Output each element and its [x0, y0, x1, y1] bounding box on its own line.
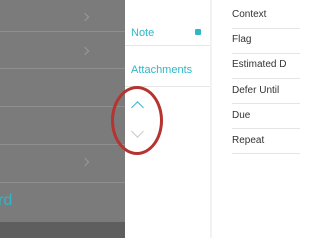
field-divider [232, 28, 300, 29]
field-divider [232, 53, 300, 54]
field-list-pane: Context Flag Estimated D Defer Until Due… [212, 0, 300, 238]
field-context[interactable]: Context [232, 9, 266, 21]
field-repeat[interactable]: Repeat [232, 135, 264, 147]
field-defer-until[interactable]: Defer Until [232, 85, 279, 97]
app-window: rd Note Attachments Context Flag Estimat… [0, 0, 300, 238]
chevron-right-icon[interactable] [80, 46, 90, 56]
highlight-ring [111, 86, 163, 155]
field-due[interactable]: Due [232, 110, 250, 122]
field-flag[interactable]: Flag [232, 34, 251, 46]
field-divider [232, 128, 300, 129]
menu-item-note[interactable]: Note [131, 26, 154, 40]
note-badge-icon [195, 29, 201, 35]
menu-divider [125, 45, 211, 46]
row-divider [0, 144, 125, 145]
field-divider [232, 103, 300, 104]
chevron-right-icon[interactable] [80, 12, 90, 22]
field-divider [232, 78, 300, 79]
row-divider [0, 31, 125, 32]
row-divider [0, 106, 125, 107]
left-footer-bar [0, 222, 125, 238]
chevron-right-icon[interactable] [80, 157, 90, 167]
left-bottom-link[interactable]: rd [0, 191, 12, 211]
field-estimated-duration[interactable]: Estimated D [232, 59, 286, 71]
menu-item-attachments[interactable]: Attachments [131, 63, 192, 77]
row-divider [0, 182, 125, 183]
dimmed-list-pane: rd [0, 0, 125, 238]
row-divider [0, 68, 125, 69]
field-divider [232, 153, 300, 154]
